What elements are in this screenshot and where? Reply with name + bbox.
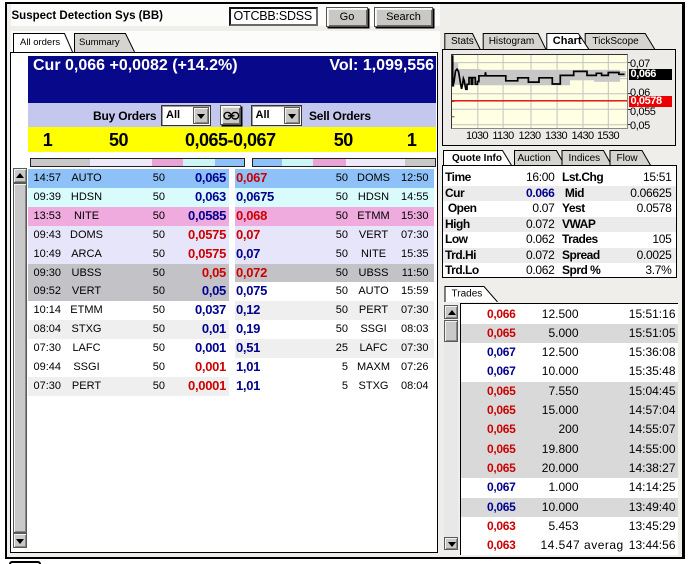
svg-text:All orders: All orders xyxy=(20,37,60,48)
svg-text:Auction: Auction xyxy=(518,153,551,164)
svg-text:Indices: Indices xyxy=(569,153,601,164)
svg-text:Histogram: Histogram xyxy=(489,35,535,46)
svg-text:Summary: Summary xyxy=(79,37,120,48)
svg-text:TickScope: TickScope xyxy=(592,35,639,46)
svg-text:Quote Info: Quote Info xyxy=(452,153,502,164)
svg-text:Stats: Stats xyxy=(451,35,474,46)
svg-text:Chart: Chart xyxy=(553,34,582,46)
svg-text:Flow: Flow xyxy=(617,153,639,164)
svg-text:Trades: Trades xyxy=(452,288,483,299)
